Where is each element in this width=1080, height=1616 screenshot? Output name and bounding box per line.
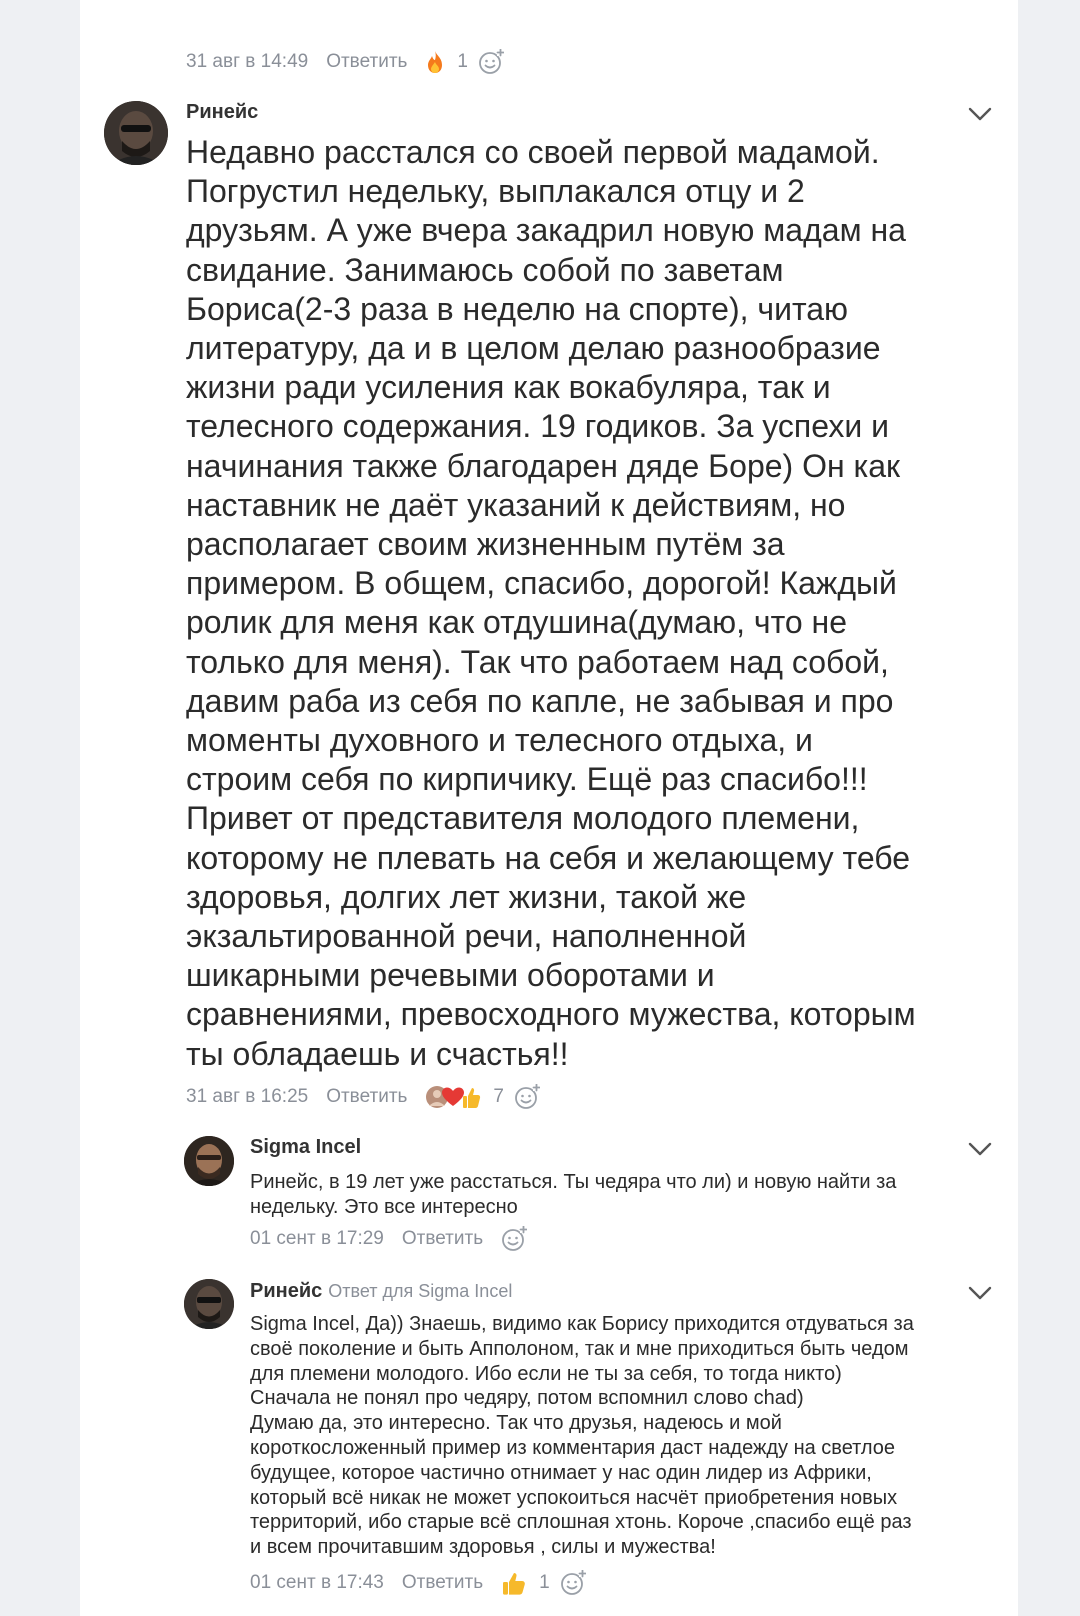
add-reaction-icon[interactable] xyxy=(560,1570,586,1596)
reply-to-label[interactable]: Ответ для Sigma Incel xyxy=(328,1281,512,1301)
comment-author[interactable]: Ринейс xyxy=(186,101,258,124)
comment-meta: 31 авг в 16:25 Ответить 7 xyxy=(186,1084,540,1110)
fire-icon[interactable] xyxy=(425,50,445,74)
comment-date: 01 сент в 17:29 xyxy=(250,1228,384,1249)
comment-date: 31 авг в 16:25 xyxy=(186,1086,309,1107)
comment-text: Sigma Incel, Да)) Знаешь, видимо как Бор… xyxy=(250,1313,914,1559)
reaction-count: 7 xyxy=(493,1086,504,1107)
comment-author[interactable]: Ринейс Ответ для Sigma Incel xyxy=(250,1280,512,1303)
comment-author-name[interactable]: Ринейс xyxy=(250,1280,322,1302)
reply-button[interactable]: Ответить xyxy=(326,51,407,73)
add-reaction-icon[interactable] xyxy=(514,1084,540,1110)
add-reaction-icon[interactable] xyxy=(478,49,504,75)
chevron-down-icon[interactable] xyxy=(967,106,993,122)
comment-date: 31 авг в 14:49 xyxy=(186,51,309,72)
reactions-stack-icon[interactable] xyxy=(425,1084,481,1110)
avatar[interactable] xyxy=(184,1136,234,1186)
reply-button[interactable]: Ответить xyxy=(402,1572,483,1594)
avatar[interactable] xyxy=(184,1279,234,1329)
reply-button[interactable]: Ответить xyxy=(326,1086,407,1108)
comment-meta: 31 авг в 14:49 Ответить 1 xyxy=(186,49,504,75)
comment-text: Ринейс, в 19 лет уже расстаться. Ты чедя… xyxy=(250,1171,897,1218)
chevron-down-icon[interactable] xyxy=(967,1141,993,1157)
reply-button[interactable]: Ответить xyxy=(402,1228,483,1250)
comment-text: Недавно расстался со своей первой мадамо… xyxy=(186,134,916,1072)
thumbs-up-icon[interactable] xyxy=(501,1571,527,1595)
comment-author[interactable]: Sigma Incel xyxy=(250,1136,361,1159)
reaction-count: 1 xyxy=(539,1572,550,1593)
chevron-down-icon[interactable] xyxy=(967,1285,993,1301)
comment-meta: 01 сент в 17:29 Ответить xyxy=(250,1226,528,1252)
add-reaction-icon[interactable] xyxy=(501,1226,528,1252)
comment-date: 01 сент в 17:43 xyxy=(250,1572,384,1593)
reaction-count: 1 xyxy=(457,51,468,72)
comment-meta: 01 сент в 17:43 Ответить 1 xyxy=(250,1570,586,1596)
avatar[interactable] xyxy=(104,101,168,165)
